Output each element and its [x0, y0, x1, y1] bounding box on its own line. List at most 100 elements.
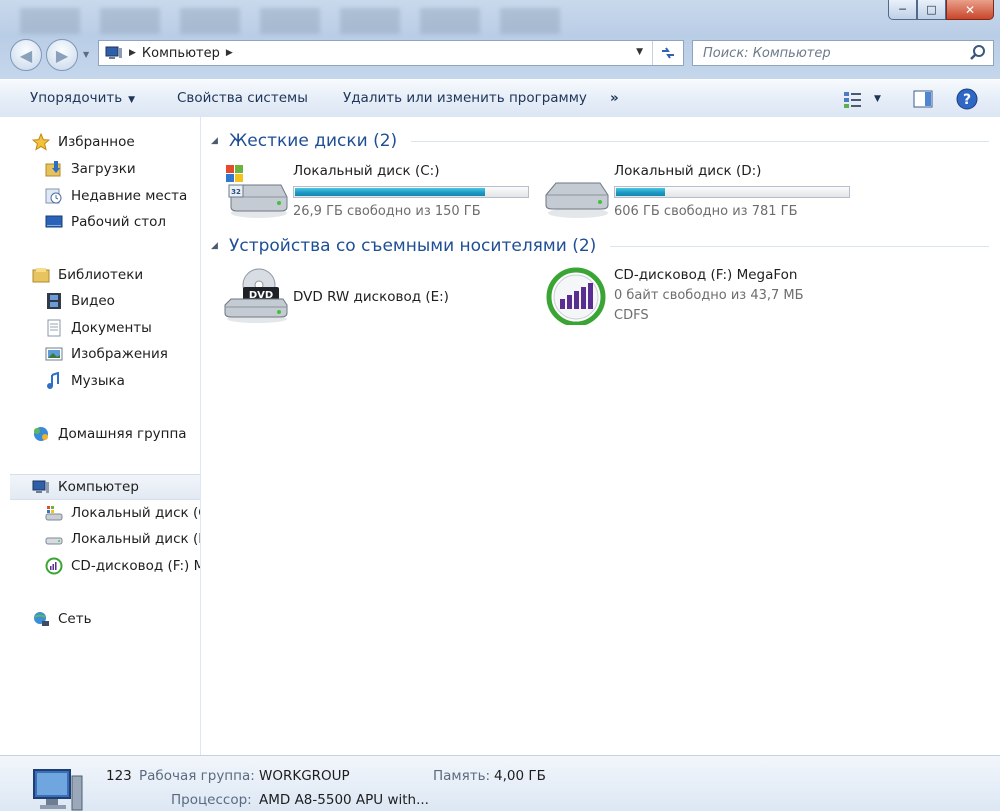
computer-name: 123 [106, 768, 132, 784]
cpu-value: AMD A8-5500 APU with... [259, 792, 429, 808]
refresh-button[interactable] [652, 41, 683, 65]
search-icon[interactable] [969, 44, 987, 62]
search-input[interactable] [701, 41, 965, 65]
music-library-icon [45, 372, 63, 390]
pictures-library-icon [45, 345, 63, 363]
system-properties-button[interactable]: Свойства системы [177, 90, 308, 106]
minimize-button[interactable]: ─ [888, 0, 917, 20]
uninstall-program-button[interactable]: Удалить или изменить программу [343, 90, 587, 106]
close-icon: ✕ [964, 2, 976, 17]
system-drive-icon: 32 [226, 165, 288, 218]
dropdown-caret-icon: ▼ [128, 95, 136, 105]
sidebar-network[interactable]: Сеть [32, 607, 200, 631]
collapse-triangle-icon[interactable]: ◢ [211, 241, 229, 251]
homegroup-icon [32, 425, 50, 443]
help-icon: ? [956, 88, 978, 110]
sidebar-item-drive-c[interactable]: Локальный диск (C:) [45, 501, 200, 525]
help-button[interactable]: ? [956, 87, 978, 111]
computer-icon [105, 46, 122, 59]
drive-c-usage-bar [293, 186, 529, 198]
memory-value: 4,00 ГБ [494, 768, 546, 784]
computer-icon [32, 478, 50, 496]
sidebar-item-recent-places[interactable]: Недавние места [45, 184, 200, 208]
sidebar-item-drive-d[interactable]: Локальный диск (D:) [45, 527, 200, 551]
desktop-icon [45, 213, 63, 231]
refresh-icon [662, 47, 674, 59]
breadcrumb-separator-icon[interactable]: ▶ [129, 48, 136, 58]
change-view-button[interactable]: ▼ [842, 87, 881, 111]
group-header-hard-disks[interactable]: ◢ Жесткие диски (2) [211, 129, 989, 153]
forward-button[interactable]: ▶ [46, 39, 78, 71]
view-dropdown-icon[interactable]: ▼ [874, 94, 881, 104]
navigation-bar: ◀ ▶ ▼ ▶ Компьютер ▶ ▼ [0, 39, 1000, 71]
sidebar-computer[interactable]: Компьютер [10, 474, 200, 500]
background-blur [20, 8, 580, 34]
drive-d-usage-bar [614, 186, 850, 198]
more-commands-button[interactable]: » [610, 90, 619, 106]
hard-drive-icon [45, 530, 63, 548]
workgroup-value: WORKGROUP [259, 768, 350, 784]
sidebar-homegroup[interactable]: Домашняя группа [32, 422, 200, 446]
organize-button[interactable]: Упорядочить ▼ [30, 90, 135, 106]
file-view: ◢ Жесткие диски (2) 32 Локальный диск (C… [201, 117, 1000, 755]
minimize-icon: ─ [899, 3, 906, 16]
svg-text:?: ? [963, 92, 971, 108]
drive-tile-d[interactable]: Локальный диск (D:) 606 ГБ свободно из 7… [544, 163, 864, 221]
documents-library-icon [45, 319, 63, 337]
maximize-icon: □ [926, 3, 937, 16]
sidebar-item-music[interactable]: Музыка [45, 369, 200, 393]
memory-label: Память: [433, 768, 491, 784]
workgroup-label: Рабочая группа: [139, 768, 255, 784]
search-box[interactable] [692, 40, 994, 66]
collapse-triangle-icon[interactable]: ◢ [211, 136, 229, 146]
sidebar-item-documents[interactable]: Документы [45, 316, 200, 340]
group-divider [411, 140, 989, 142]
system-drive-icon [45, 504, 63, 522]
megafon-cd-icon [546, 267, 606, 325]
sidebar-favorites[interactable]: Избранное [32, 130, 200, 154]
sidebar-libraries[interactable]: Библиотеки [32, 263, 200, 287]
preview-pane-icon [913, 90, 933, 108]
sidebar-item-cd-drive-f[interactable]: CD-дисковод (F:) MegaFon [45, 554, 200, 578]
address-bar[interactable]: ▶ Компьютер ▶ ▼ [98, 40, 684, 66]
sidebar-item-downloads[interactable]: Загрузки [45, 157, 200, 181]
svg-text:32: 32 [231, 188, 241, 196]
group-divider [610, 245, 989, 247]
back-button[interactable]: ◀ [10, 39, 42, 71]
recent-places-icon [45, 187, 63, 205]
breadcrumb-separator-icon[interactable]: ▶ [226, 48, 233, 58]
hard-drive-icon [545, 182, 609, 218]
drive-tile-e[interactable]: DVD DVD RW дисковод (E:) [223, 267, 543, 325]
details-pane: 123 Рабочая группа: WORKGROUP Память: 4,… [0, 755, 1000, 811]
downloads-folder-icon [45, 160, 63, 178]
dvd-drive-icon: DVD [224, 268, 288, 323]
computer-icon [33, 769, 83, 811]
close-button[interactable]: ✕ [946, 0, 994, 20]
preview-pane-button[interactable] [912, 87, 934, 111]
video-library-icon [45, 292, 63, 310]
recent-pages-dropdown[interactable]: ▼ [83, 50, 89, 59]
sidebar-item-video[interactable]: Видео [45, 289, 200, 313]
breadcrumb-computer[interactable]: Компьютер [142, 46, 220, 61]
group-header-removable[interactable]: ◢ Устройства со съемными носителями (2) [211, 234, 989, 258]
drive-tile-c[interactable]: 32 Локальный диск (C:) 26,9 ГБ свободно … [223, 163, 543, 221]
view-icon [844, 92, 861, 108]
drive-c-usage-fill [295, 188, 485, 196]
drive-tile-f[interactable]: CD-дисковод (F:) MegaFon 0 байт свободно… [544, 267, 864, 325]
address-dropdown-icon[interactable]: ▼ [636, 47, 643, 57]
cpu-label: Процессор: [171, 792, 252, 808]
explorer-window: ─ □ ✕ ◀ ▶ ▼ ▶ Компьютер ▶ ▼ Поиск: Компь… [0, 0, 1000, 811]
star-icon [32, 133, 50, 151]
megafon-cd-icon [45, 557, 63, 575]
navigation-pane: Избранное Загрузки Недавние места Рабочи… [0, 117, 201, 755]
content-area: Избранное Загрузки Недавние места Рабочи… [0, 117, 1000, 755]
forward-arrow-icon: ▶ [55, 45, 69, 65]
network-icon [32, 610, 50, 628]
command-bar: Упорядочить ▼ Свойства системы Удалить ил… [0, 79, 1000, 118]
libraries-icon [32, 266, 50, 284]
sidebar-item-desktop[interactable]: Рабочий стол [45, 210, 200, 234]
maximize-button[interactable]: □ [917, 0, 946, 20]
sidebar-item-pictures[interactable]: Изображения [45, 342, 200, 366]
back-arrow-icon: ◀ [19, 45, 33, 65]
window-controls: ─ □ ✕ [888, 0, 994, 20]
